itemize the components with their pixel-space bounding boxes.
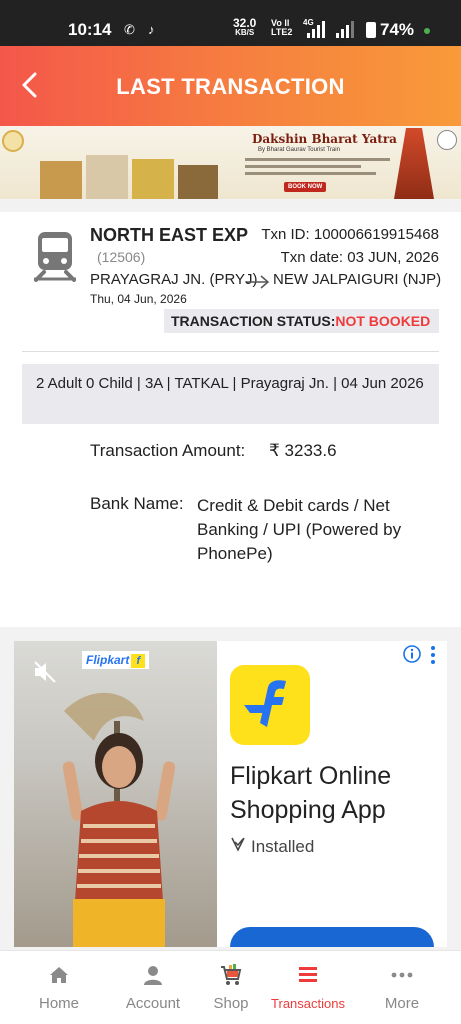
ad-brand-text: Flipkart — [86, 653, 130, 667]
signal-icon — [307, 20, 327, 38]
ad-model-image — [62, 733, 176, 947]
ad-app-name[interactable]: Flipkart Online Shopping App — [230, 759, 430, 827]
nav-home[interactable]: Home — [13, 951, 105, 1024]
divider — [22, 351, 439, 352]
flipkart-app-icon[interactable] — [230, 665, 310, 745]
booking-details: 2 Adult 0 Child | 3A | TATKAL | Prayagra… — [22, 364, 439, 424]
home-icon — [50, 967, 68, 983]
train-name: NORTH EAST EXP — [90, 225, 249, 245]
to-station: NEW JALPAIGURI (NJP) — [273, 271, 442, 288]
amount-value: ₹ 3233.6 — [269, 441, 337, 460]
route-arrow-icon — [247, 275, 270, 289]
privacy-dot-icon — [424, 28, 430, 34]
banner-details — [245, 158, 390, 179]
train-icon — [34, 232, 76, 282]
transaction-card: NORTH EAST EXP (12506) Txn ID: 100006619… — [0, 212, 461, 627]
status-bar: 10:14 ✆ ♪ 32.0 KB/S Vo ⁣ll LTE2 4G 74% — [0, 0, 461, 46]
from-station: PRAYAGRAJ JN. (PRYJ) — [90, 271, 258, 288]
nav-more[interactable]: More — [356, 951, 448, 1024]
ad-open-button[interactable] — [230, 927, 434, 947]
notification-icon: ♪ — [148, 22, 155, 37]
status-time: 10:14 — [68, 20, 112, 39]
page-title: LAST TRANSACTION — [116, 74, 345, 99]
promo-banner[interactable]: Dakshin Bharat Yatra By Bharat Gaurav To… — [0, 126, 461, 199]
bank-name-label: Bank Name: — [90, 494, 184, 513]
call-icon: ✆ — [124, 22, 135, 37]
irctc-logo-icon — [2, 130, 24, 152]
ad-video[interactable]: Flipkart f — [14, 641, 217, 947]
partner-logo-icon — [437, 130, 457, 150]
nav-more-label: More — [384, 995, 420, 1012]
gopuram-image — [394, 128, 434, 199]
transaction-status: TRANSACTION STATUS:NOT BOOKED — [164, 309, 439, 333]
volte-bottom: LTE2 — [271, 27, 293, 37]
flipkart-logo-icon: f — [131, 654, 146, 668]
installed-icon — [231, 837, 245, 852]
account-icon — [144, 966, 162, 985]
ad-install-status: Installed — [251, 837, 315, 856]
nav-transactions-label: Transactions — [271, 996, 345, 1011]
volte-indicator: Vo ⁣ll LTE2 — [271, 19, 292, 37]
bank-name-value: Credit & Debit cards / Net Banking / UPI… — [197, 496, 402, 563]
status-label: TRANSACTION STATUS: — [171, 313, 336, 329]
app-header: LAST TRANSACTION — [0, 46, 461, 126]
battery-level: 74% — [380, 20, 415, 39]
bottom-navigation: Home Account Shop Transactions More — [0, 950, 461, 1024]
train-number: (12506) — [97, 249, 146, 265]
more-icon — [391, 972, 413, 978]
ad-brand-tag: Flipkart f — [82, 651, 150, 669]
transactions-icon — [299, 967, 317, 982]
banner-title: Dakshin Bharat Yatra — [252, 132, 397, 146]
amount-label: Transaction Amount: — [90, 441, 246, 460]
transaction-id: Txn ID: 100006619915468 — [261, 226, 439, 243]
banner-subtitle: By Bharat Gaurav Tourist Train — [258, 147, 340, 153]
battery-icon — [366, 22, 376, 38]
network-speed: 32.0 KB/S — [233, 17, 256, 38]
ad-options-icon[interactable] — [429, 645, 437, 665]
network-speed-unit: KB/S — [235, 28, 255, 37]
ad-info-icon[interactable] — [403, 645, 421, 663]
signal-icon-2 — [336, 20, 356, 38]
banner-book-now-button[interactable]: BOOK NOW — [284, 182, 327, 192]
nav-home-label: Home — [38, 995, 79, 1012]
cart-icon — [221, 964, 242, 985]
advertisement[interactable]: Flipkart f Flipkart Online Shopping App I… — [14, 641, 447, 947]
nav-transactions[interactable]: Transactions — [262, 951, 354, 1024]
journey-date: Thu, 04 Jun, 2026 — [90, 292, 187, 306]
transaction-date: Txn date: 03 JUN, 2026 — [280, 249, 439, 266]
mute-icon[interactable] — [32, 659, 58, 685]
status-badge: NOT BOOKED — [335, 313, 431, 329]
